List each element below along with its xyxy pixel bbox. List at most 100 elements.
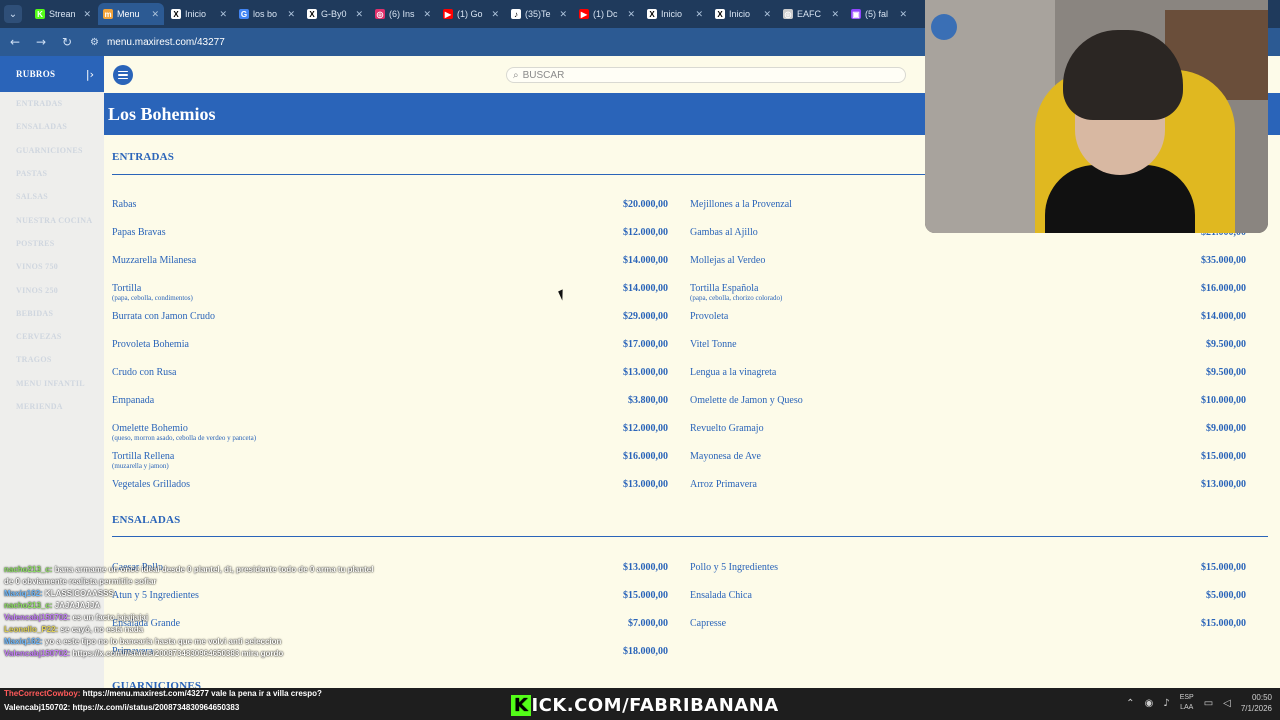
volume-icon[interactable]: ◁	[1223, 698, 1231, 709]
sidebar-item[interactable]: MENU INFANTIL	[0, 372, 104, 395]
sidebar-item[interactable]: SALSAS	[0, 185, 104, 208]
menu-item[interactable]: Arroz Primavera $13.000,00	[690, 479, 1246, 503]
url-text[interactable]: menu.maxirest.com/43277	[107, 37, 225, 48]
clock[interactable]: 00:50 7/1/2026	[1241, 692, 1272, 714]
browser-tab[interactable]: X G-By0 ✕	[302, 3, 368, 25]
browser-tab[interactable]: X Inicio ✕	[642, 3, 708, 25]
menu-item-price: $7.000,00	[628, 618, 668, 629]
tab-close-icon[interactable]: ✕	[83, 9, 91, 20]
menu-item[interactable]: Revuelto Gramajo $9.000,00	[690, 423, 1246, 447]
sidebar-collapse-icon[interactable]: |›	[86, 68, 94, 81]
tab-label: Inicio	[729, 9, 751, 19]
menu-item-name: Mollejas al Verdeo	[690, 255, 766, 266]
menu-item[interactable]: Burrata con Jamon Crudo $29.000,00	[112, 311, 668, 335]
language-label: ESP	[1179, 694, 1194, 701]
sidebar-item[interactable]: GUARNICIONES	[0, 139, 104, 162]
menu-item[interactable]: Empanada $3.800,00	[112, 395, 668, 419]
sidebar-item[interactable]: NUESTRA COCINA	[0, 208, 104, 231]
browser-tab[interactable]: ▶ (1) Go ✕	[438, 3, 504, 25]
menu-item[interactable]: Mollejas al Verdeo $35.000,00	[690, 255, 1246, 279]
app-tray-icon[interactable]: ◉	[1145, 698, 1154, 709]
sidebar-item[interactable]: VINOS 250	[0, 278, 104, 301]
chat-message: Valencabj150702: es un facto jajajjajaj	[4, 612, 374, 624]
browser-tab[interactable]: Glos bo ✕	[234, 3, 300, 25]
address-bar[interactable]: ⚙ menu.maxirest.com/43277	[90, 37, 225, 48]
back-icon[interactable]: ←	[8, 35, 22, 49]
menu-item[interactable]: Ensalada Chica $5.000,00	[690, 590, 1246, 614]
tab-close-icon[interactable]: ✕	[763, 9, 771, 20]
tab-close-icon[interactable]: ✕	[831, 9, 839, 20]
tab-close-icon[interactable]: ✕	[287, 9, 295, 20]
browser-tab[interactable]: ♪ (35)Te ✕	[506, 3, 572, 25]
tab-favicon-icon: ▣	[851, 9, 861, 19]
tab-close-icon[interactable]: ✕	[627, 9, 635, 20]
reload-icon[interactable]: ↻	[60, 35, 74, 49]
sidebar-item[interactable]: PASTAS	[0, 162, 104, 185]
menu-item[interactable]: Tortilla Rellena (muzarella y jamon) $16.0…	[112, 451, 668, 475]
sidebar-item[interactable]: CERVEZAS	[0, 325, 104, 348]
chevron-up-icon[interactable]: ⌃	[1126, 698, 1134, 709]
browser-tab[interactable]: K Strean ✕	[30, 3, 96, 25]
sidebar-item[interactable]: TRAGOS	[0, 348, 104, 371]
tab-close-icon[interactable]: ✕	[491, 9, 499, 20]
browser-tab[interactable]: X Inicio ✕	[710, 3, 776, 25]
tab-label: los bo	[253, 9, 278, 19]
menu-item[interactable]: Pollo y 5 Ingredientes $15.000,00	[690, 562, 1246, 586]
menu-item-price: $9.500,00	[1206, 367, 1246, 378]
menu-item[interactable]: Lengua a la vinagreta $9.500,00	[690, 367, 1246, 391]
tab-favicon-icon: X	[715, 9, 725, 19]
chat-message: nacho213_c: JAJAJAJJA	[4, 600, 374, 612]
tab-search-button[interactable]: ⌄	[4, 5, 22, 23]
tab-close-icon[interactable]: ✕	[559, 9, 567, 20]
sidebar-item[interactable]: ENTRADAS	[0, 92, 104, 115]
browser-tab[interactable]: m Menu ✕	[98, 3, 164, 25]
menu-item[interactable]: Tortilla (papa, cebolla, condimentos) $14.…	[112, 283, 668, 307]
sidebar-item[interactable]: VINOS 750	[0, 255, 104, 278]
browser-tab[interactable]: ◎ EAFC ✕	[778, 3, 844, 25]
sidebar-item[interactable]: ENSALADAS	[0, 115, 104, 138]
menu-item[interactable]: Provoleta Bohemia $17.000,00	[112, 339, 668, 363]
site-info-icon[interactable]: ⚙	[90, 37, 99, 48]
search-input[interactable]: ⌕ BUSCAR	[506, 67, 906, 83]
browser-tab[interactable]: ▣ (5) fal ✕	[846, 3, 912, 25]
menu-item-price: $15.000,00	[1201, 451, 1246, 462]
tab-favicon-icon: ▶	[443, 9, 453, 19]
network-icon[interactable]: ▭	[1204, 698, 1213, 709]
menu-hamburger-icon[interactable]	[113, 65, 133, 85]
chat-username: Valencabj150702:	[4, 613, 71, 622]
input-language[interactable]: ESP LAA	[1180, 693, 1194, 713]
sidebar-item[interactable]: POSTRES	[0, 232, 104, 255]
menu-item-price: $5.000,00	[1206, 590, 1246, 601]
tab-close-icon[interactable]: ✕	[423, 9, 431, 20]
browser-tab[interactable]: ▶ (1) Dc ✕	[574, 3, 640, 25]
tab-close-icon[interactable]: ✕	[695, 9, 703, 20]
sidebar-item[interactable]: BEBIDAS	[0, 302, 104, 325]
menu-item[interactable]: Rabas $20.000,00	[112, 199, 668, 223]
menu-item[interactable]: Papas Bravas $12.000,00	[112, 227, 668, 251]
menu-item[interactable]: Vitel Tonne $9.500,00	[690, 339, 1246, 363]
forward-icon[interactable]: →	[34, 35, 48, 49]
tab-close-icon[interactable]: ✕	[355, 9, 363, 20]
search-placeholder: BUSCAR	[522, 69, 565, 81]
menu-item[interactable]: Crudo con Rusa $13.000,00	[112, 367, 668, 391]
menu-item[interactable]: Muzzarella Milanesa $14.000,00	[112, 255, 668, 279]
tab-label: EAFC	[797, 9, 822, 19]
tab-close-icon[interactable]: ✕	[151, 9, 159, 20]
tab-close-icon[interactable]: ✕	[899, 9, 907, 20]
browser-tab[interactable]: X Inicio ✕	[166, 3, 232, 25]
tab-close-icon[interactable]: ✕	[219, 9, 227, 20]
menu-item[interactable]: Mayonesa de Ave $15.000,00	[690, 451, 1246, 475]
menu-item[interactable]: Tortilla Española (papa, cebolla, chorizo…	[690, 283, 1246, 307]
tab-label: (5) fal	[865, 9, 889, 19]
microphone-icon[interactable]: ♪	[1163, 698, 1169, 709]
sidebar-item[interactable]: MERIENDA	[0, 395, 104, 418]
browser-tab[interactable]: ◎ (6) Ins ✕	[370, 3, 436, 25]
menu-item-name: Arroz Primavera	[690, 479, 757, 490]
menu-item[interactable]: Omelette de Jamon y Queso $10.000,00	[690, 395, 1246, 419]
menu-item[interactable]: Vegetales Grillados $13.000,00	[112, 479, 668, 503]
menu-item[interactable]: Omelette Bohemio (queso, morron asado, ce…	[112, 423, 668, 447]
menu-item-price: $13.000,00	[1201, 479, 1246, 490]
menu-item[interactable]: Capresse $15.000,00	[690, 618, 1246, 642]
menu-item[interactable]: Provoleta $14.000,00	[690, 311, 1246, 335]
chat-username: Maxiq162:	[4, 637, 43, 646]
